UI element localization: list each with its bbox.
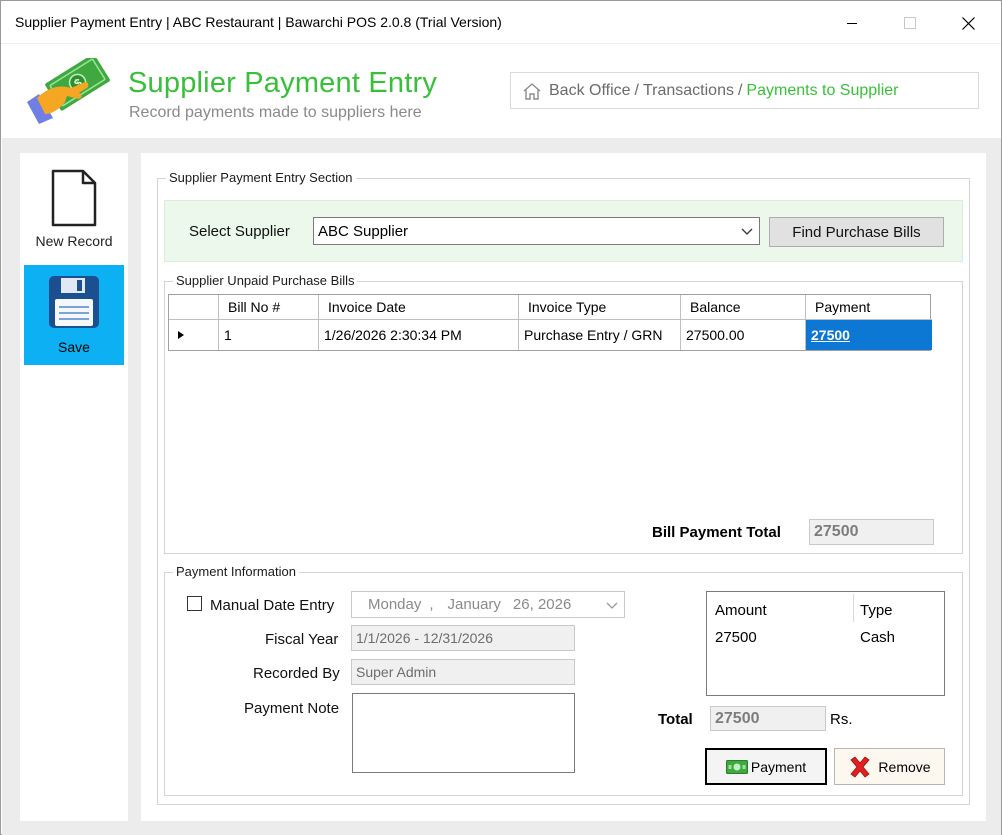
cell-payment-input[interactable]: 27500 [806,320,932,350]
breadcrumb: Back Office / Transactions / Payments to… [510,72,979,109]
chevron-down-icon [741,228,753,235]
unpaid-bills-label: Supplier Unpaid Purchase Bills [173,273,358,288]
date-day-year: 26, 2026 [512,596,572,613]
column-header-balance[interactable]: Balance [681,295,806,319]
cell-bill-no[interactable]: 1 [219,320,319,350]
supplier-dropdown[interactable]: ABC Supplier [313,217,760,245]
window-title: Supplier Payment Entry | ABC Restaurant … [15,14,502,30]
bill-payment-total-label: Bill Payment Total [652,524,781,541]
recorded-by-field: Super Admin [351,659,575,685]
close-button[interactable] [945,5,991,41]
cell-balance[interactable]: 27500.00 [681,320,806,350]
manual-date-label[interactable]: Manual Date Entry [210,597,334,614]
page-header: $ Supplier Payment Entry Record payments… [1,43,1001,138]
select-supplier-label: Select Supplier [189,223,290,240]
new-record-label: New Record [35,233,113,249]
payment-button-label: Payment [750,758,807,775]
find-purchase-bills-button[interactable]: Find Purchase Bills [769,217,944,247]
payments-list[interactable]: Amount Type 27500 Cash [706,591,945,696]
column-header-invoice-date[interactable]: Invoice Date [319,295,519,319]
save-label: Save [58,339,90,355]
list-item-type[interactable]: Cash [860,629,895,646]
maximize-icon [904,17,916,29]
page-subtitle: Record payments made to suppliers here [129,104,422,121]
breadcrumb-back-office[interactable]: Back Office [549,82,631,100]
payment-date-picker[interactable]: Monday , January 26, 2026 [351,591,625,618]
red-x-icon [850,755,871,778]
recorded-by-label: Recorded By [253,665,340,682]
payment-button[interactable]: Payment [705,748,827,785]
supplier-dropdown-value: ABC Supplier [318,222,409,240]
breadcrumb-transactions[interactable]: Transactions [643,82,734,100]
cell-invoice-type[interactable]: Purchase Entry / GRN [519,320,681,350]
hand-money-icon: $ [27,58,110,124]
bill-payment-total-field: 27500 [809,519,934,545]
floppy-disk-icon [49,276,99,328]
row-header[interactable] [169,320,219,350]
minimize-icon [847,23,857,24]
new-document-icon [51,169,97,227]
title-bar: Supplier Payment Entry | ABC Restaurant … [1,1,1001,43]
grid-header-row: Bill No # Invoice Date Invoice Type Bala… [169,295,932,320]
column-header-invoice-type[interactable]: Invoice Type [519,295,681,319]
maximize-button[interactable] [887,5,933,41]
app-window: Supplier Payment Entry | ABC Restaurant … [0,0,1002,835]
unpaid-bills-grid: Bill No # Invoice Date Invoice Type Bala… [168,294,932,351]
remove-button[interactable]: Remove [834,748,945,785]
row-pointer-icon [178,331,184,339]
total-label: Total [658,711,693,728]
currency-label: Rs. [830,711,853,728]
table-row[interactable]: 1 1/26/2026 2:30:34 PM Purchase Entry / … [169,320,932,350]
new-record-button[interactable]: New Record [24,167,124,263]
date-month: January [447,596,501,613]
column-header-payment[interactable]: Payment [806,295,932,319]
total-field: 27500 [710,706,826,731]
close-icon [961,16,975,30]
page-title: Supplier Payment Entry [128,67,438,99]
payment-note-textarea[interactable] [352,693,575,773]
home-icon [523,82,541,100]
remove-button-label: Remove [878,758,931,775]
cell-invoice-date[interactable]: 1/26/2026 2:30:34 PM [319,320,519,350]
fiscal-year-label: Fiscal Year [265,631,339,648]
minimize-button[interactable] [829,5,875,41]
sidebar: New Record Save [20,153,128,821]
list-header-type[interactable]: Type [860,602,893,619]
row-header-corner [169,295,219,319]
breadcrumb-current: Payments to Supplier [746,81,899,99]
fiscal-year-field: 1/1/2026 - 12/31/2026 [351,625,575,651]
date-weekday: Monday [368,596,422,613]
payment-info-label: Payment Information [173,564,299,579]
chevron-down-icon [606,602,618,609]
date-separator: , [429,596,434,613]
breadcrumb-separator: / [737,81,743,99]
breadcrumb-separator: / [634,81,639,99]
cash-icon [725,759,748,774]
list-item-amount[interactable]: 27500 [715,629,757,646]
entry-section-label: Supplier Payment Entry Section [166,170,356,185]
manual-date-checkbox[interactable] [187,596,202,611]
list-header-divider [853,594,854,622]
list-header-amount[interactable]: Amount [715,602,767,619]
save-button[interactable]: Save [24,265,124,365]
column-header-bill-no[interactable]: Bill No # [219,295,319,319]
payment-note-label: Payment Note [244,700,340,717]
